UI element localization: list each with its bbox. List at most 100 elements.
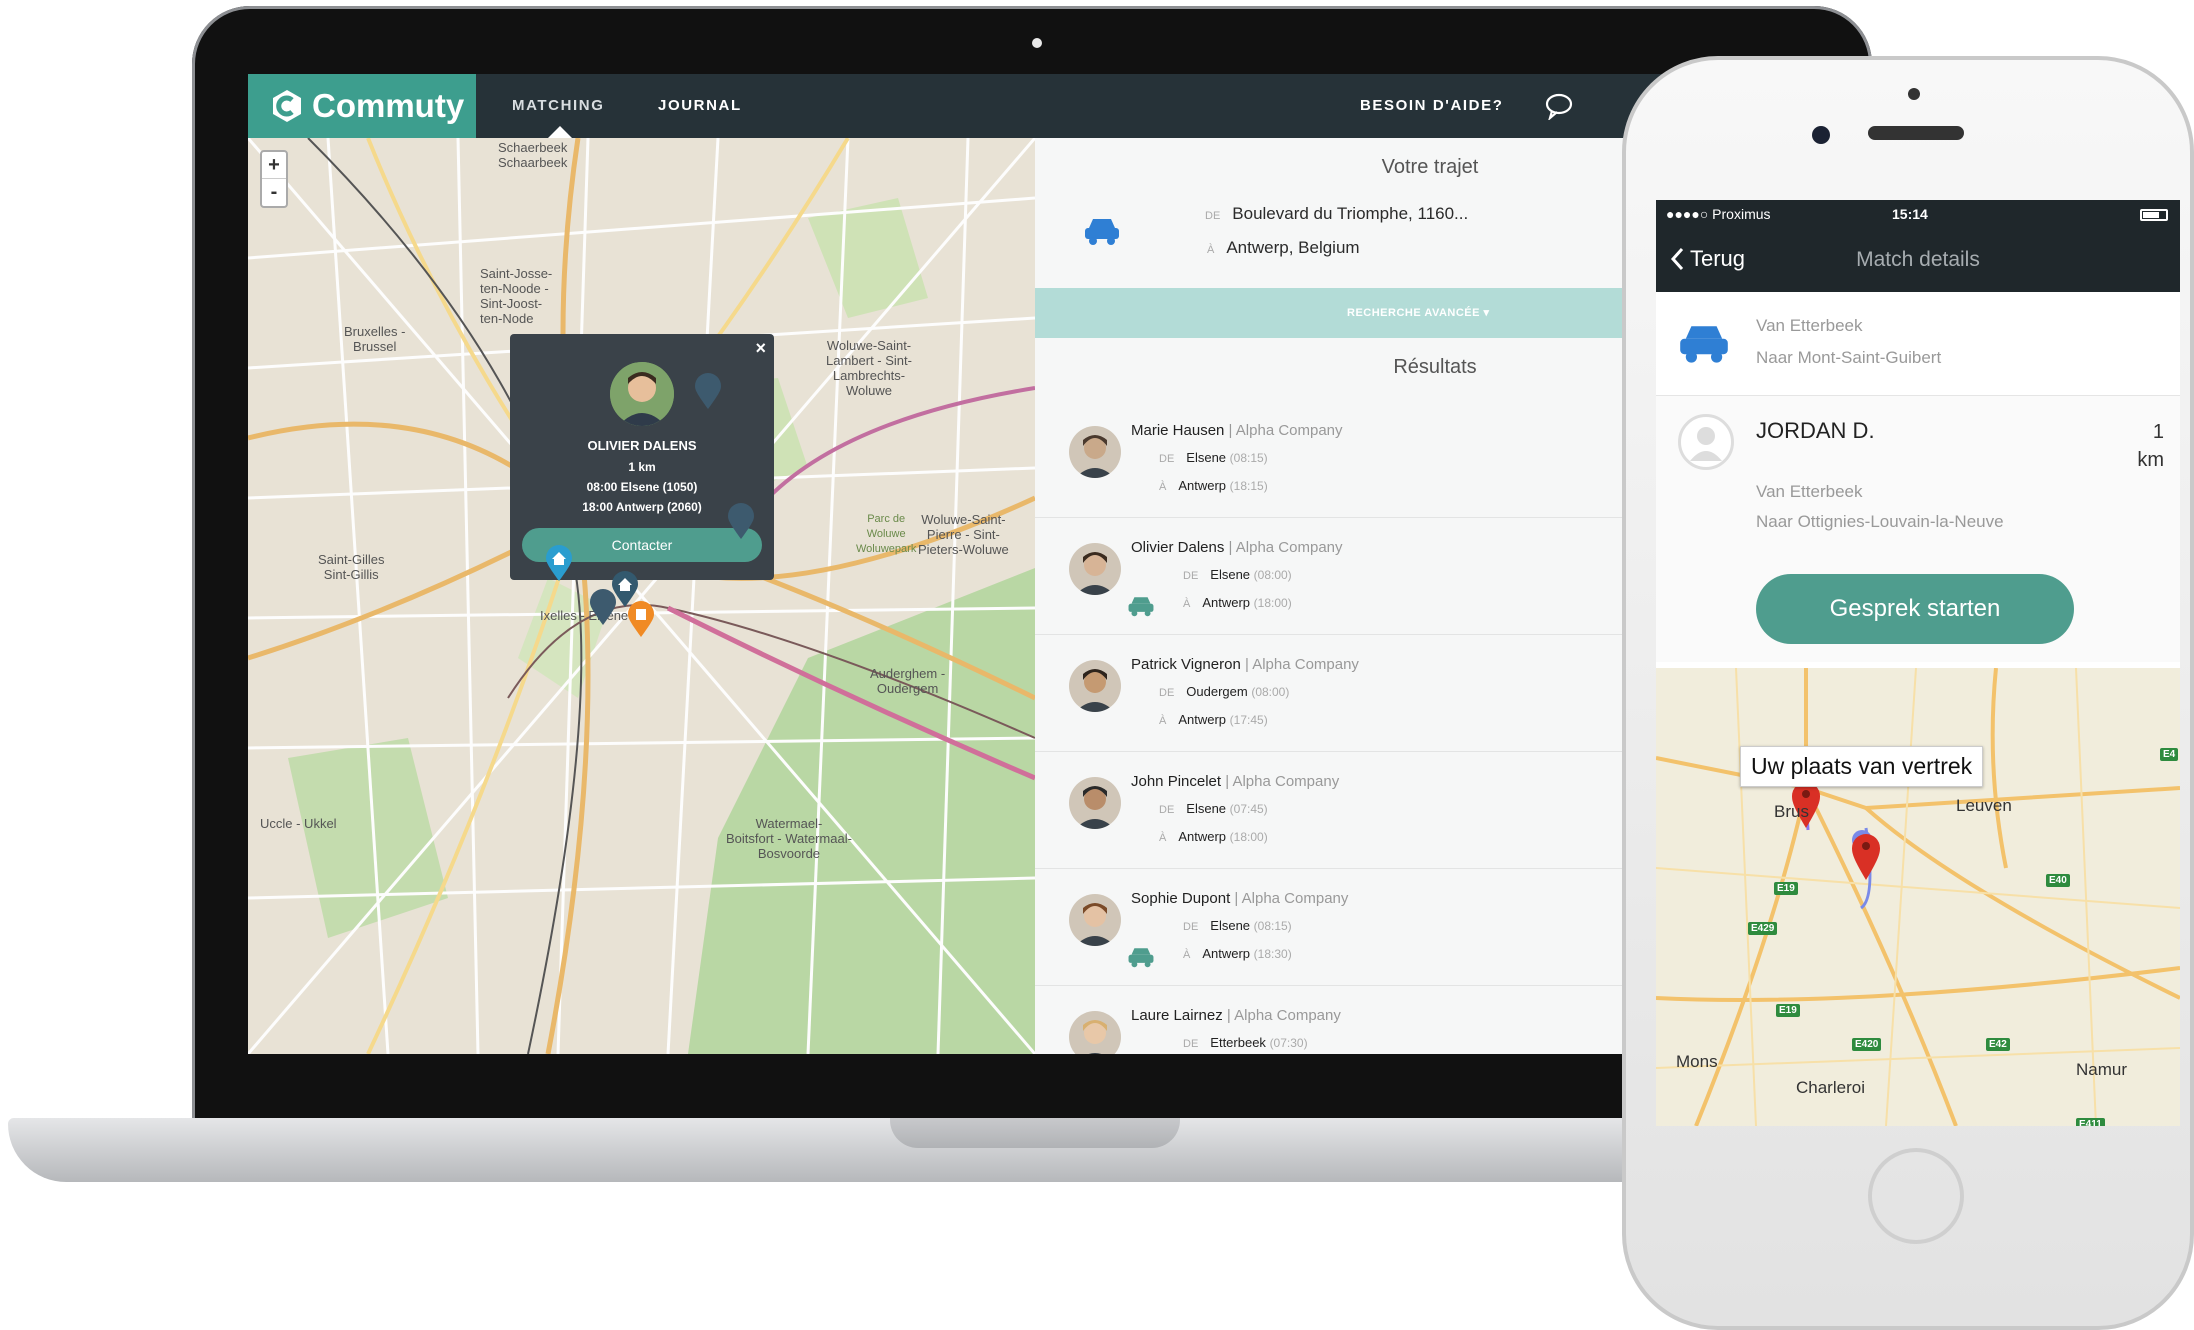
laptop-camera [1032, 38, 1042, 48]
result-name[interactable]: Marie Hausen [1131, 422, 1224, 439]
departure-tooltip: Uw plaats van vertrek [1740, 746, 1984, 787]
match-card: JORDAN D. 1 km Van Etterbeek Naar Ottign… [1656, 396, 2180, 662]
trip-from: DE Boulevard du Triomphe, 1160... [1205, 204, 1468, 224]
result-from-place: Elsene [1210, 567, 1251, 582]
result-to-place: Antwerp [1178, 829, 1227, 844]
result-name-line: Laure Lairnez | Alpha Company [1131, 1007, 1341, 1024]
result-name-line: Sophie Dupont | Alpha Company [1131, 890, 1348, 907]
from-tag: DE [1159, 804, 1175, 816]
to-tag: À [1159, 715, 1167, 727]
to-tag: À [1183, 949, 1191, 961]
to-tag: À [1159, 832, 1167, 844]
match-from: Van Etterbeek [1756, 482, 1863, 501]
result-to-place: Antwerp [1178, 478, 1227, 493]
trip-from: Van Etterbeek [1756, 316, 1863, 335]
result-company: | Alpha Company [1222, 1007, 1341, 1024]
result-name[interactable]: Patrick Vigneron [1131, 656, 1241, 673]
result-from-place: Elsene [1186, 801, 1227, 816]
result-avatar [1069, 1011, 1121, 1054]
marketing-composite: Commuty MATCHING JOURNAL BESOIN D'AIDE? [0, 0, 2194, 1330]
carrier-label: ●●●●○ Proximus [1666, 206, 1771, 222]
result-company: | Alpha Company [1224, 422, 1343, 439]
start-conversation-button[interactable]: Gesprek starten [1756, 574, 2074, 644]
zoom-in-button[interactable]: + [262, 152, 286, 178]
map-marker-icon[interactable] [693, 372, 723, 410]
result-from-place: Oudergem [1186, 684, 1248, 699]
result-from: DE Elsene (07:45) [1159, 801, 1268, 816]
result-to: À Antwerp (18:00) [1183, 595, 1292, 610]
result-avatar [1069, 426, 1121, 478]
to-tag: À [1207, 244, 1215, 256]
trip-summary: Van Etterbeek Naar Mont-Saint-Guibert [1656, 292, 2180, 396]
result-to: À Antwerp (18:30) [1183, 946, 1292, 961]
from-tag: DE [1183, 570, 1199, 582]
screen-title: Match details [1856, 248, 1980, 271]
result-to-place: Antwerp [1202, 595, 1251, 610]
from-tag: DE [1183, 921, 1199, 933]
street-map-graphic [248, 138, 1035, 1054]
carpool-car-icon [1128, 597, 1154, 617]
road-shield: E42 [1986, 1038, 2010, 1051]
trip-from-address: Boulevard du Triomphe, 1160... [1232, 204, 1469, 223]
result-to-place: Antwerp [1178, 712, 1227, 727]
match-distance: 1 km [2137, 421, 2164, 471]
nav-journal[interactable]: JOURNAL [658, 74, 742, 138]
result-name[interactable]: Laure Lairnez [1131, 1007, 1223, 1024]
nav-help-link[interactable]: BESOIN D'AIDE? [1360, 74, 1503, 138]
result-avatar [1069, 894, 1121, 946]
popup-close-icon[interactable]: × [755, 338, 766, 359]
from-tag: DE [1183, 1038, 1199, 1050]
phone-sensor [1908, 88, 1920, 100]
result-avatar [1069, 777, 1121, 829]
road-shield: E40 [2046, 874, 2070, 887]
battery-icon [2140, 209, 2168, 221]
result-from: DE Oudergem (08:00) [1159, 684, 1289, 699]
road-map-graphic [1656, 668, 2180, 1126]
phone-map[interactable]: Uw plaats van vertrek Brus Leuven Mons C… [1656, 668, 2180, 1126]
map-label-charleroi: Charleroi [1796, 1078, 1865, 1097]
result-company: | Alpha Company [1230, 890, 1349, 907]
office-marker-icon[interactable] [626, 600, 656, 638]
road-shield: E429 [1748, 922, 1778, 935]
map-label-watermael: Watermael- Boitsfort - Watermaal- Bosvoo… [726, 816, 852, 861]
phone-home-button[interactable] [1868, 1148, 1964, 1244]
result-name-line: John Pincelet | Alpha Company [1131, 773, 1339, 790]
road-shield: E411 [2076, 1118, 2105, 1126]
result-from-time: (07:30) [1269, 1036, 1308, 1050]
map-label-brussels: Brus [1774, 802, 1809, 821]
trip-to: À Antwerp, Belgium [1207, 238, 1360, 258]
map-view[interactable]: + - Schaerbeek Schaarbeek Bruxelles - Br… [248, 138, 1035, 1054]
map-label-auderghem: Auderghem - Oudergem [870, 666, 946, 696]
results-title: Résultats [1393, 356, 1477, 378]
result-from-place: Elsene [1186, 450, 1227, 465]
result-name[interactable]: John Pincelet [1131, 773, 1221, 790]
map-marker-icon[interactable] [726, 502, 756, 540]
result-company: | Alpha Company [1240, 656, 1359, 673]
phone-screen: ●●●●○ Proximus 15:14 Terug Match details… [1656, 200, 2180, 1126]
car-icon [1085, 219, 1119, 245]
advanced-search-label[interactable]: RECHERCHE AVANCÉE ▾ [1347, 306, 1490, 319]
top-navigation-bar: Commuty MATCHING JOURNAL BESOIN D'AIDE? [248, 74, 1848, 138]
brand-logo-area[interactable]: Commuty [248, 74, 476, 138]
chat-bubble-icon[interactable] [1544, 92, 1574, 120]
home-marker-icon[interactable] [544, 544, 574, 582]
map-label-namur: Namur [2076, 1060, 2128, 1079]
result-to-time: (18:15) [1229, 479, 1268, 493]
result-to: À Antwerp (18:15) [1159, 478, 1268, 493]
result-avatar [1069, 660, 1121, 712]
zoom-out-button[interactable]: - [262, 178, 286, 204]
popup-driver-name: OLIVIER DALENS [587, 438, 697, 453]
result-name[interactable]: Sophie Dupont [1131, 890, 1230, 907]
commuty-logo-icon [273, 90, 301, 122]
to-tag: À [1159, 481, 1167, 493]
map-label-leuven: Leuven [1956, 796, 2012, 815]
map-label-schaerbeek: Schaerbeek Schaarbeek [498, 140, 568, 170]
result-to-time: (17:45) [1229, 713, 1268, 727]
result-name[interactable]: Olivier Dalens [1131, 539, 1224, 556]
map-label-parc-woluwe: Parc de Woluwe Woluwepark [856, 513, 917, 555]
phone-speaker [1868, 126, 1964, 140]
result-from-time: (08:15) [1229, 451, 1268, 465]
map-zoom-control: + - [260, 150, 288, 208]
map-label-saint-gilles: Saint-Gilles Sint-Gillis [318, 552, 385, 582]
result-from: DE Elsene (08:15) [1183, 918, 1292, 933]
